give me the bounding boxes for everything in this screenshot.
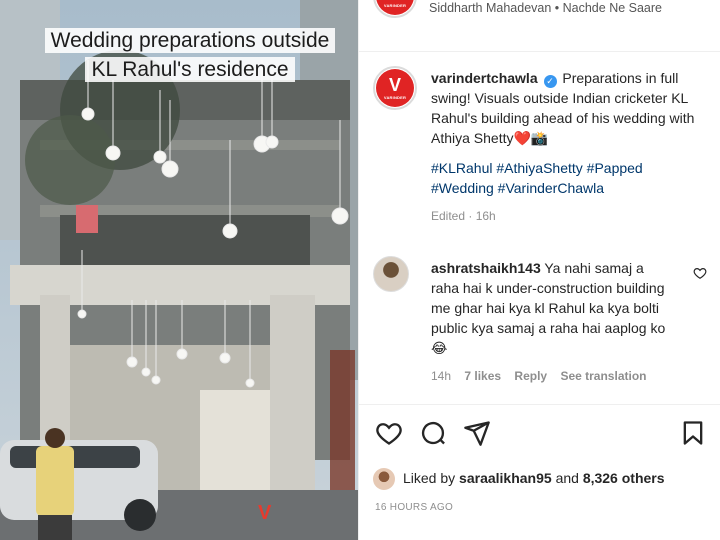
comment-meta: 14h 7 likes Reply See translation — [431, 366, 671, 386]
share-icon[interactable] — [463, 419, 491, 447]
liker-username[interactable]: saraalikhan95 — [459, 470, 552, 486]
likes-count-link[interactable]: 8,326 others — [583, 470, 665, 486]
caption-text-block: varindertchawla ✓ Preparations in full s… — [431, 68, 709, 226]
verified-badge-icon: ✓ — [543, 75, 557, 88]
caption-hashtags[interactable]: #KLRahul #AthiyaShetty #Papped #Wedding … — [431, 158, 709, 198]
liker-avatar[interactable] — [373, 468, 395, 491]
header-avatar[interactable]: VVARINDER — [373, 0, 417, 18]
heart-icon[interactable] — [375, 419, 403, 447]
author-avatar[interactable]: V VARINDER — [373, 66, 417, 110]
post-header: VVARINDER Siddharth Mahadevan • Nachde N… — [359, 0, 720, 52]
see-translation-button[interactable]: See translation — [560, 369, 646, 383]
likes-summary: Liked by saraalikhan95 and 8,326 others — [373, 466, 709, 492]
comment-icon[interactable] — [419, 419, 447, 447]
audio-track-link[interactable]: Siddharth Mahadevan • Nachde Ne Saare — [429, 0, 679, 17]
comment-like-heart-icon[interactable] — [693, 266, 707, 280]
author-username[interactable]: varindertchawla — [431, 70, 538, 86]
post-date[interactable]: 16 HOURS AGO — [375, 502, 453, 513]
post-media-video[interactable]: Wedding preparations outside KL Rahul's … — [0, 0, 358, 540]
commenter-avatar[interactable] — [373, 256, 409, 292]
comment-likes[interactable]: 7 likes — [464, 369, 501, 383]
reply-button[interactable]: Reply — [514, 369, 547, 383]
commenter-username[interactable]: ashratshaikh143 — [431, 260, 541, 276]
video-overlay-title: Wedding preparations outside KL Rahul's … — [42, 26, 338, 84]
action-bar — [359, 404, 720, 462]
brand-logo: VVARINDER — [376, 69, 414, 107]
bookmark-icon[interactable] — [679, 419, 707, 447]
edited-label: Edited · 16h — [431, 209, 496, 223]
post-side-panel: VVARINDER Siddharth Mahadevan • Nachde N… — [358, 0, 720, 540]
comment-text-block: ashratshaikh143 Ya nahi samaj a raha hai… — [431, 258, 671, 386]
comment-time: 14h — [431, 369, 452, 383]
brand-logo: VVARINDER — [376, 0, 414, 15]
watermark-logo: V — [258, 502, 272, 524]
